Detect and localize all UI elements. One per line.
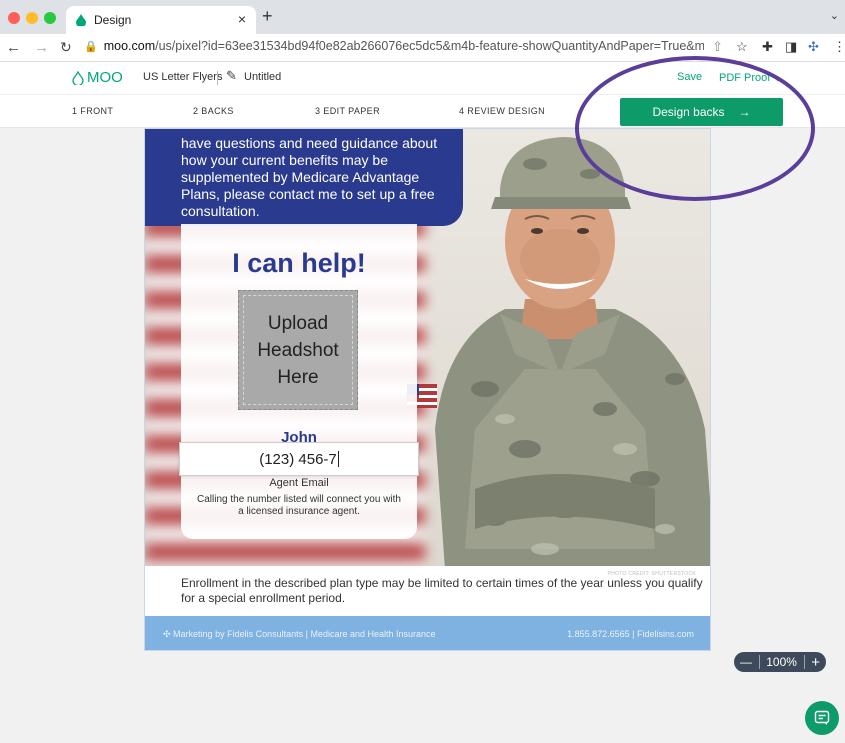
tab-search-chevron-icon[interactable]: ⌄ bbox=[830, 9, 839, 22]
back-icon[interactable]: ← bbox=[6, 39, 21, 56]
agent-email[interactable]: Agent Email bbox=[181, 477, 417, 489]
zoom-divider bbox=[803, 655, 805, 669]
upload-headshot-label: Upload Headshot Here bbox=[243, 295, 353, 405]
new-tab-icon[interactable]: + bbox=[262, 6, 273, 27]
url-host: moo.com bbox=[103, 39, 156, 53]
extension-move-icon[interactable]: ✣ bbox=[808, 39, 819, 55]
product-name: US Letter Flyers bbox=[143, 71, 223, 83]
flyer-footer[interactable]: ✣ Marketing by Fidelis Consultants | Med… bbox=[145, 616, 710, 650]
footer-right: 1.855.872.6565 | Fidelisins.com bbox=[567, 629, 694, 639]
footer-left: ✣ Marketing by Fidelis Consultants | Med… bbox=[163, 629, 436, 640]
zoom-out-button[interactable]: — bbox=[740, 655, 752, 669]
url-path: /us/pixel?id=63ee31534bd94f0e82ab266076e… bbox=[155, 39, 704, 53]
chat-icon bbox=[814, 710, 830, 725]
zoom-divider bbox=[758, 655, 760, 669]
phone-number-value: (123) 456-7 bbox=[259, 450, 337, 468]
url-input[interactable]: 🔒 moo.com/us/pixel?id=63ee31534bd94f0e82a… bbox=[84, 39, 704, 53]
step-review-design[interactable]: 4 REVIEW DESIGN bbox=[459, 106, 545, 116]
bookmark-star-icon[interactable]: ☆ bbox=[736, 39, 748, 55]
footer-left-text: Marketing by Fidelis Consultants | Medic… bbox=[173, 629, 436, 639]
close-window-button[interactable] bbox=[8, 12, 20, 24]
steps-bar: 1 FRONT 2 BACKS 3 EDIT PAPER 4 REVIEW DE… bbox=[0, 94, 845, 128]
close-tab-icon[interactable]: × bbox=[238, 11, 246, 27]
moo-logo[interactable]: MOO bbox=[72, 69, 123, 86]
step-front[interactable]: 1 FRONT bbox=[72, 106, 113, 116]
chevron-down-icon: ⌄ bbox=[773, 72, 783, 84]
maximize-window-button[interactable] bbox=[44, 12, 56, 24]
reload-icon[interactable]: ↻ bbox=[60, 39, 72, 56]
intro-text: have questions and need guidance about h… bbox=[181, 135, 438, 219]
agent-card: I can help! Upload Headshot Here John (1… bbox=[179, 224, 419, 539]
zoom-control: — 100% + bbox=[734, 652, 826, 672]
editor-header: MOO US Letter Flyers ✎ Untitled Save PDF… bbox=[0, 62, 845, 94]
header-divider bbox=[217, 71, 218, 85]
move-icon: ✣ bbox=[163, 629, 174, 639]
pencil-icon[interactable]: ✎ bbox=[226, 68, 237, 84]
side-panel-icon[interactable]: ◨ bbox=[785, 39, 797, 55]
text-cursor bbox=[337, 451, 339, 467]
browser-tab-bar: Design × + ⌄ bbox=[0, 0, 845, 34]
upload-headshot-placeholder[interactable]: Upload Headshot Here bbox=[238, 290, 358, 410]
pdf-proof-button[interactable]: PDF Proof ⌄ bbox=[719, 71, 783, 84]
design-backs-button[interactable]: Design backs → bbox=[620, 98, 783, 126]
address-bar-row: ← → ↻ 🔒 moo.com/us/pixel?id=63ee31534bd94… bbox=[0, 34, 845, 62]
pdf-proof-label: PDF Proof bbox=[719, 72, 771, 84]
moo-drop-icon bbox=[76, 14, 86, 26]
design-canvas: have questions and need guidance about h… bbox=[0, 128, 845, 743]
extensions-puzzle-icon[interactable]: ✚ bbox=[762, 39, 773, 55]
browser-tab[interactable]: Design × bbox=[66, 6, 256, 34]
lock-icon: 🔒 bbox=[84, 41, 98, 53]
forward-icon[interactable]: → bbox=[34, 39, 49, 56]
zoom-level: 100% bbox=[766, 655, 797, 669]
step-backs[interactable]: 2 BACKS bbox=[193, 106, 234, 116]
design-backs-label: Design backs bbox=[652, 105, 725, 119]
intro-text-box[interactable]: have questions and need guidance about h… bbox=[145, 129, 463, 226]
zoom-in-button[interactable]: + bbox=[811, 654, 820, 671]
logo-text: MOO bbox=[87, 69, 123, 86]
browser-menu-icon[interactable]: ⋮ bbox=[833, 39, 845, 55]
photo-credit: PHOTO CREDIT: SHUTTERSTOCK bbox=[607, 571, 696, 577]
help-heading[interactable]: I can help! bbox=[181, 248, 417, 279]
moo-drop-outline-icon bbox=[72, 70, 84, 85]
save-button[interactable]: Save bbox=[677, 71, 702, 83]
share-icon[interactable]: ⇧ bbox=[712, 39, 723, 55]
arrow-right-icon: → bbox=[738, 105, 751, 119]
flyer-preview[interactable]: have questions and need guidance about h… bbox=[144, 128, 711, 651]
step-edit-paper[interactable]: 3 EDIT PAPER bbox=[315, 106, 380, 116]
chat-button[interactable] bbox=[805, 701, 839, 735]
tab-title: Design bbox=[94, 13, 132, 27]
minimize-window-button[interactable] bbox=[26, 12, 38, 24]
disclaimer-text[interactable]: Calling the number listed will connect y… bbox=[195, 494, 403, 518]
document-name[interactable]: Untitled bbox=[244, 71, 281, 83]
phone-number-field[interactable]: (123) 456-7 bbox=[179, 442, 419, 476]
